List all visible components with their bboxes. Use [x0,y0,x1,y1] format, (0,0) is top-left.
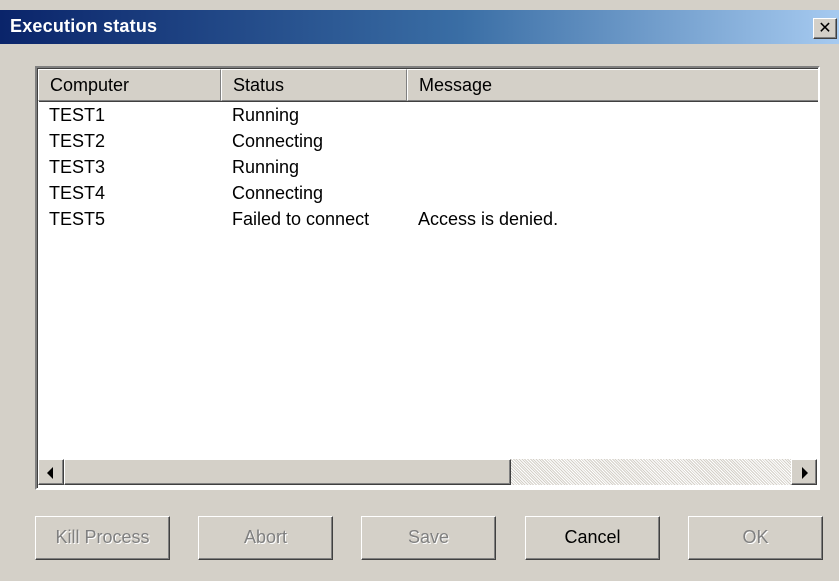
status-cell: Connecting [232,131,324,151]
cancel-button[interactable]: Cancel [525,516,660,560]
computer-cell: TEST2 [49,131,106,151]
computer-cell: TEST1 [49,105,106,125]
status-cell: Failed to connect [232,209,370,229]
execution-status-dialog: Execution status ✕ Computer Status Messa… [0,0,839,581]
arrow-right-icon [802,467,808,479]
list-header: Computer Status Message [38,69,818,101]
list-row[interactable]: TEST2 Connecting [38,128,818,154]
window-title: Execution status [10,16,158,36]
computer-cell: TEST4 [49,183,106,203]
kill-process-button[interactable]: Kill Process [35,516,170,560]
scroll-right-button[interactable] [791,459,817,485]
status-cell: Running [232,157,300,177]
computer-status-list[interactable]: Computer Status Message TEST1 Running TE… [35,66,820,490]
scroll-left-button[interactable] [38,459,64,485]
arrow-left-icon [47,467,53,479]
scrollbar-thumb[interactable] [64,459,511,485]
list-row[interactable]: TEST1 Running [38,102,818,128]
title-bar[interactable]: Execution status ✕ [0,10,839,44]
horizontal-scrollbar[interactable] [38,459,817,485]
message-cell: Access is denied. [418,209,559,229]
list-row[interactable]: TEST4 Connecting [38,180,818,206]
ok-button[interactable]: OK [688,516,823,560]
list-row[interactable]: TEST5 Failed to connect Access is denied… [38,206,818,232]
status-cell: Connecting [232,183,324,203]
list-row[interactable]: TEST3 Running [38,154,818,180]
close-button[interactable]: ✕ [813,18,837,39]
column-header-message[interactable]: Message [407,69,818,101]
close-icon: ✕ [818,20,832,37]
computer-cell: TEST5 [49,209,106,229]
computer-cell: TEST3 [49,157,106,177]
save-button[interactable]: Save [361,516,496,560]
status-cell: Running [232,105,300,125]
abort-button[interactable]: Abort [198,516,333,560]
list-rows: TEST1 Running TEST2 Connecting TEST3 Run… [38,102,818,232]
column-header-status[interactable]: Status [221,69,407,101]
column-header-computer[interactable]: Computer [38,69,221,101]
